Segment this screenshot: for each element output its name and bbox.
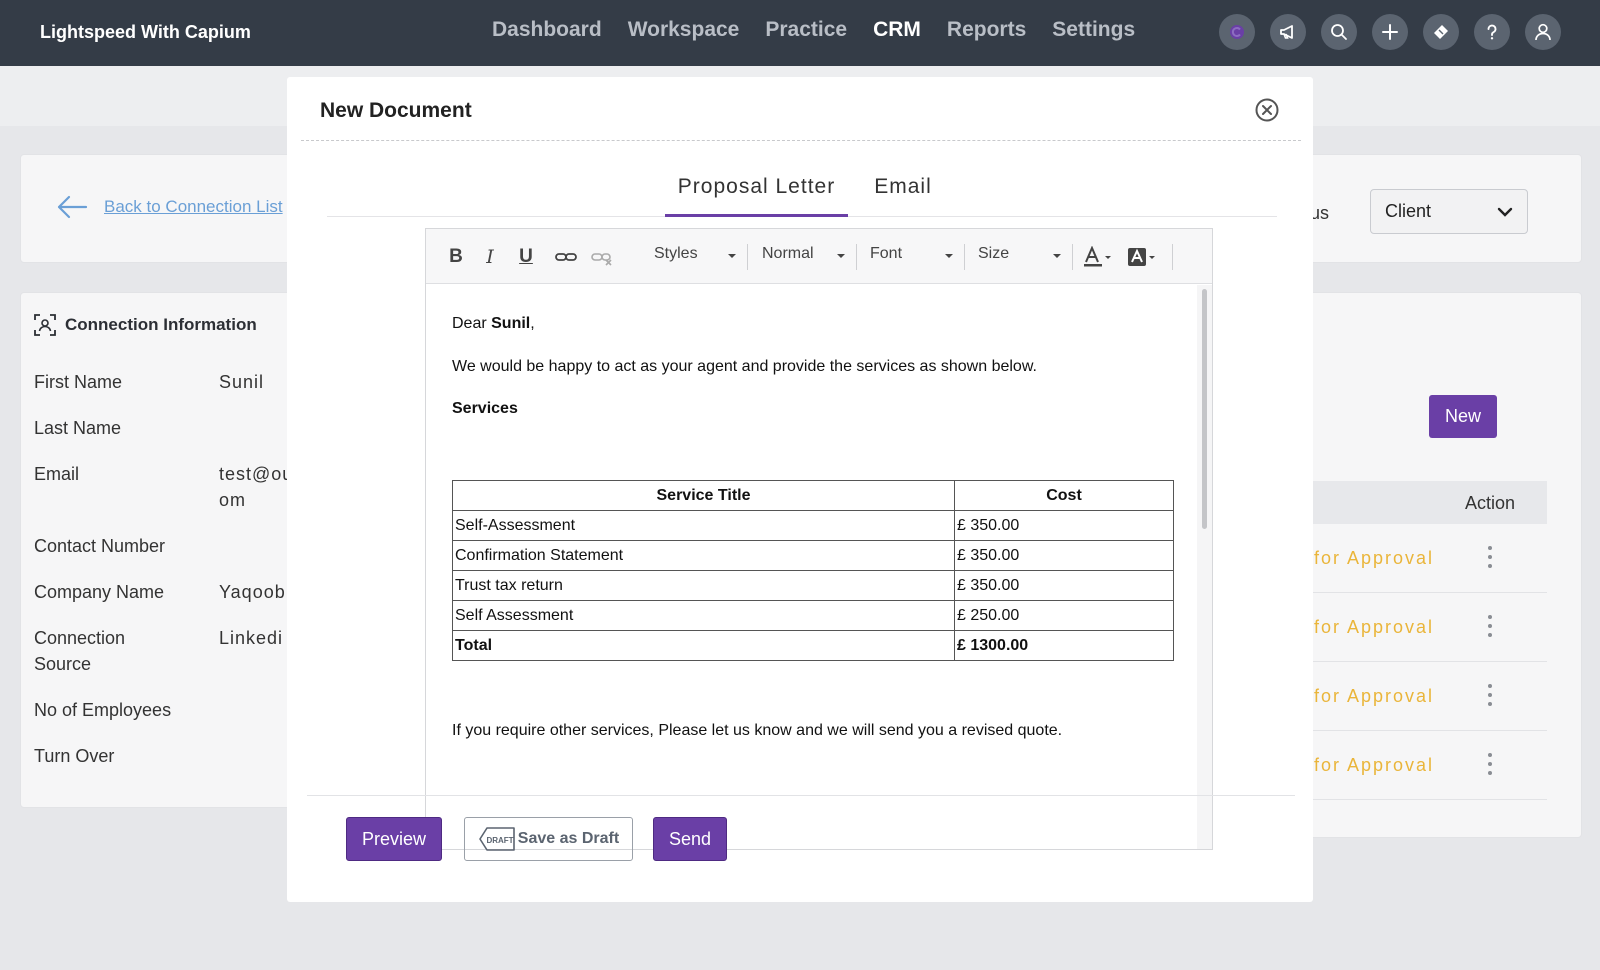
service-cost-cell: £ 350.00 bbox=[954, 510, 1174, 541]
unlink-icon[interactable] bbox=[590, 246, 614, 268]
more-options-icon[interactable] bbox=[1480, 611, 1500, 641]
client-type-select[interactable]: Client bbox=[1370, 189, 1528, 234]
table-row: Trust tax return £ 350.00 bbox=[452, 570, 1174, 601]
service-title-cell: Confirmation Statement bbox=[452, 540, 955, 571]
megaphone-icon[interactable] bbox=[1270, 14, 1306, 50]
font-dropdown[interactable]: Font bbox=[870, 245, 953, 269]
more-options-icon[interactable] bbox=[1480, 542, 1500, 572]
new-document-button[interactable]: New bbox=[1429, 395, 1497, 438]
text-color-icon[interactable] bbox=[1082, 246, 1114, 268]
user-frame-icon bbox=[34, 314, 56, 336]
service-cost-cell: £ 350.00 bbox=[954, 570, 1174, 601]
editor-scrollbar[interactable] bbox=[1197, 285, 1212, 849]
nav-workspace[interactable]: Workspace bbox=[628, 18, 740, 42]
toolbar-separator bbox=[1172, 244, 1173, 270]
nav-practice[interactable]: Practice bbox=[765, 18, 847, 42]
arrow-left-icon bbox=[57, 195, 88, 219]
service-title-cell: Self-Assessment bbox=[452, 510, 955, 541]
table-header: Action bbox=[1310, 481, 1547, 524]
table-header-row: Service Title Cost bbox=[452, 480, 1174, 511]
services-heading: Services bbox=[452, 400, 518, 417]
ticket-icon[interactable] bbox=[1423, 14, 1459, 50]
save-as-draft-button[interactable]: DRAFT Save as Draft bbox=[464, 817, 633, 861]
table-row: Confirmation Statement £ 350.00 bbox=[452, 540, 1174, 571]
close-icon[interactable] bbox=[1254, 97, 1280, 123]
status-badge: for Approval bbox=[1314, 686, 1435, 706]
table-row: Self-Assessment £ 350.00 bbox=[452, 510, 1174, 541]
help-icon[interactable] bbox=[1474, 14, 1510, 50]
service-title-header: Service Title bbox=[452, 480, 955, 511]
total-label-cell: Total bbox=[452, 630, 955, 661]
table-row: for Approval bbox=[1310, 731, 1547, 800]
rich-text-editor: B I U Styles Normal Font Size Dear Sunil… bbox=[425, 228, 1213, 850]
status-badge: for Approval bbox=[1314, 548, 1435, 568]
service-title-cell: Self Assessment bbox=[452, 600, 955, 631]
back-link-label[interactable]: Back to Connection List bbox=[104, 197, 283, 217]
cost-header: Cost bbox=[954, 480, 1174, 511]
letter-closing: If you require other services, Please le… bbox=[452, 722, 1063, 739]
new-document-modal: New Document Proposal Letter Email B I U… bbox=[287, 77, 1313, 902]
letter-intro: We would be happy to act as your agent a… bbox=[452, 358, 1037, 375]
service-cost-cell: £ 350.00 bbox=[954, 540, 1174, 571]
table-row: for Approval bbox=[1310, 524, 1547, 593]
connection-info-title: Connection Information bbox=[34, 314, 257, 336]
service-cost-cell: £ 250.00 bbox=[954, 600, 1174, 631]
draft-tag-icon: DRAFT bbox=[478, 827, 515, 851]
document-tabs: Proposal Letter Email bbox=[327, 175, 1277, 217]
modal-divider bbox=[301, 140, 1301, 141]
link-icon[interactable] bbox=[554, 246, 578, 268]
editor-toolbar: B I U Styles Normal Font Size bbox=[426, 229, 1212, 284]
client-select-value: Client bbox=[1385, 201, 1432, 221]
recipient-name: Sunil bbox=[491, 315, 531, 332]
send-button[interactable]: Send bbox=[653, 817, 727, 861]
total-row: Total £ 1300.00 bbox=[452, 630, 1174, 661]
top-navigation-bar: Lightspeed With Capium Dashboard Workspa… bbox=[0, 0, 1600, 66]
nav-dashboard[interactable]: Dashboard bbox=[492, 18, 602, 42]
user-icon[interactable] bbox=[1525, 14, 1561, 50]
back-to-connection-list-link[interactable]: Back to Connection List bbox=[56, 194, 283, 220]
table-row: for Approval bbox=[1310, 662, 1547, 731]
nav-crm[interactable]: CRM bbox=[873, 18, 921, 42]
action-column-header: Action bbox=[1465, 493, 1516, 513]
total-cost-cell: £ 1300.00 bbox=[954, 630, 1174, 661]
nav-reports[interactable]: Reports bbox=[947, 18, 1026, 42]
letter-greeting: Dear Sunil, bbox=[452, 315, 535, 332]
background-color-icon[interactable] bbox=[1126, 246, 1158, 268]
toolbar-separator bbox=[747, 244, 748, 270]
toolbar-separator bbox=[1072, 244, 1073, 270]
search-icon[interactable] bbox=[1321, 14, 1357, 50]
main-nav: Dashboard Workspace Practice CRM Reports… bbox=[492, 18, 1161, 42]
table-row: Self Assessment £ 250.00 bbox=[452, 600, 1174, 631]
plus-icon[interactable] bbox=[1372, 14, 1408, 50]
modal-title: New Document bbox=[320, 99, 472, 122]
capium-icon[interactable] bbox=[1219, 14, 1255, 50]
more-options-icon[interactable] bbox=[1480, 680, 1500, 710]
svg-text:DRAFT: DRAFT bbox=[486, 836, 513, 845]
scrollbar-thumb[interactable] bbox=[1202, 289, 1207, 529]
service-title-cell: Trust tax return bbox=[452, 570, 955, 601]
toolbar-separator bbox=[856, 244, 857, 270]
bold-icon[interactable]: B bbox=[444, 246, 468, 268]
top-icon-group bbox=[1219, 14, 1576, 50]
editor-content[interactable]: Dear Sunil, We would be happy to act as … bbox=[426, 285, 1196, 849]
brand-name[interactable]: Lightspeed With Capium bbox=[40, 22, 251, 43]
italic-icon[interactable]: I bbox=[478, 246, 502, 268]
preview-button[interactable]: Preview bbox=[346, 817, 442, 861]
styles-dropdown[interactable]: Styles bbox=[654, 245, 736, 269]
footer-divider bbox=[307, 795, 1295, 796]
status-badge: for Approval bbox=[1314, 755, 1435, 775]
size-dropdown[interactable]: Size bbox=[978, 245, 1061, 269]
status-badge: for Approval bbox=[1314, 617, 1435, 637]
services-table: Service Title Cost Self-Assessment £ 350.… bbox=[452, 480, 1174, 661]
more-options-icon[interactable] bbox=[1480, 749, 1500, 779]
table-row: for Approval bbox=[1310, 593, 1547, 662]
nav-settings[interactable]: Settings bbox=[1052, 18, 1135, 42]
format-dropdown[interactable]: Normal bbox=[762, 245, 845, 269]
toolbar-separator bbox=[964, 244, 965, 270]
tab-email[interactable]: Email bbox=[863, 175, 943, 217]
underline-icon[interactable]: U bbox=[514, 246, 538, 268]
tab-proposal-letter[interactable]: Proposal Letter bbox=[665, 175, 848, 217]
chevron-down-icon bbox=[1497, 207, 1513, 217]
